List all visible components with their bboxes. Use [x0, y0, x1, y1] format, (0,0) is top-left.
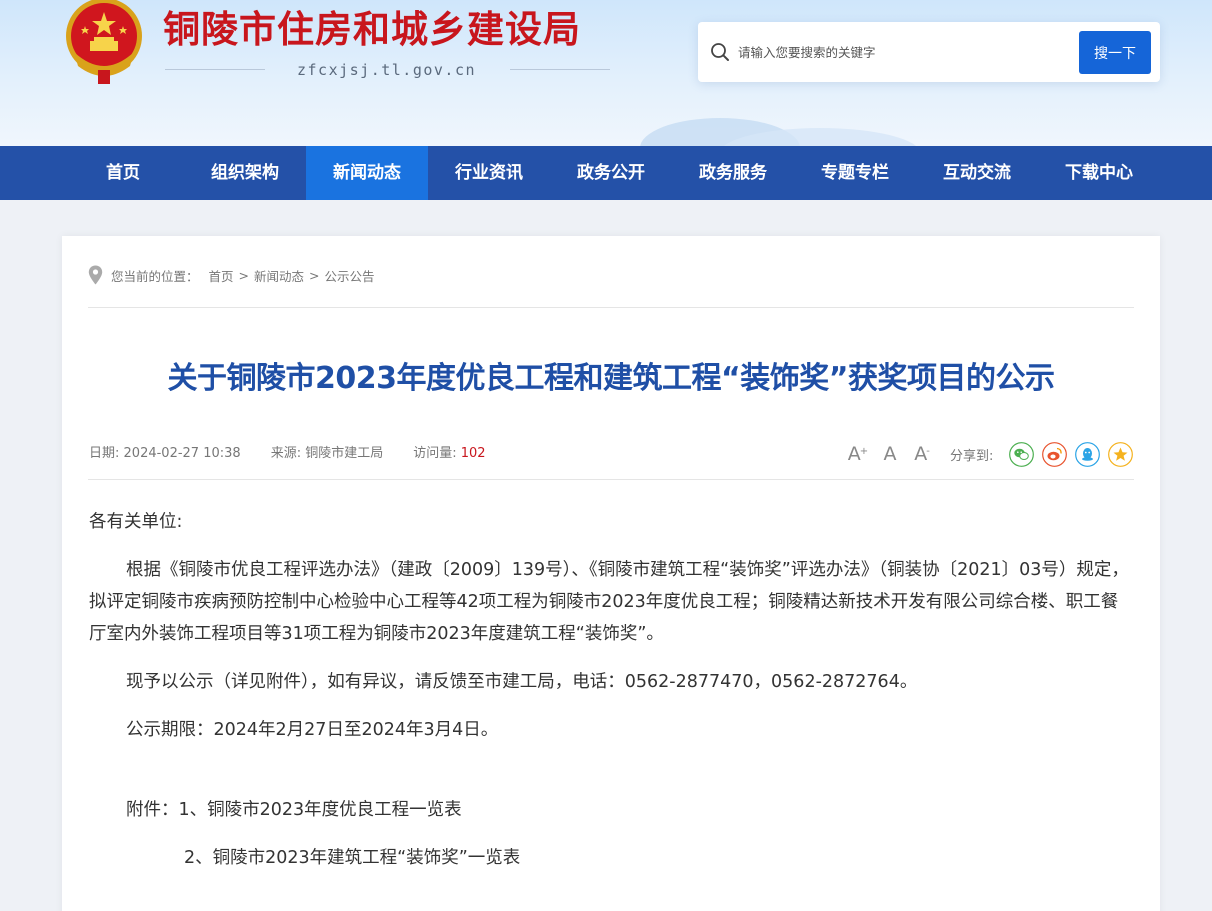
font-increase-letter: A	[847, 443, 861, 465]
font-normal-letter: A	[883, 443, 897, 465]
search-icon	[711, 43, 729, 61]
search-input[interactable]	[738, 37, 1068, 67]
meta-source-value: 铜陵市建工局	[305, 446, 384, 461]
article-paragraph: 根据《铜陵市优良工程评选办法》（建政〔2009〕139号）、《铜陵市建筑工程“装…	[89, 560, 1129, 644]
article-title: 关于铜陵市2023年度优良工程和建筑工程“装饰奖”获奖项目的公示	[167, 361, 1055, 396]
article-meta: 日期: 2024-02-27 10:38 来源: 铜陵市建工局 访问量: 102	[89, 442, 516, 461]
meta-date: 日期: 2024-02-27 10:38	[89, 442, 241, 461]
search-button[interactable]: 搜一下	[1079, 31, 1151, 74]
meta-views-label: 访问量:	[413, 446, 457, 461]
national-emblem-icon	[66, 0, 142, 84]
main-nav: 首页 组织架构 新闻动态 行业资讯 政务公开 政务服务 专题专栏 互动交流 下载…	[0, 146, 1212, 200]
search-box: 搜一下	[698, 22, 1160, 82]
breadcrumb-divider	[88, 307, 1134, 308]
site-domain: zfcxjsj.tl.gov.cn	[296, 61, 477, 79]
breadcrumb-separator: >	[238, 267, 250, 283]
share-qzone-button[interactable]	[1108, 441, 1134, 467]
site-domain-row: zfcxjsj.tl.gov.cn	[163, 58, 610, 82]
nav-item-organization[interactable]: 组织架构	[184, 146, 306, 200]
nav-item-government-affairs[interactable]: 政务公开	[550, 146, 672, 200]
nav-item-government-services[interactable]: 政务服务	[672, 146, 794, 200]
meta-views-value: 102	[460, 446, 486, 461]
font-increase-button[interactable]: A+	[842, 443, 874, 465]
article-tools: A+ A A- 分享到:	[842, 440, 1134, 468]
weibo-icon	[1042, 441, 1068, 467]
wechat-icon	[1009, 441, 1035, 467]
breadcrumb-prefix: 您当前的位置：	[111, 268, 199, 284]
meta-date-value: 2024-02-27 10:38	[123, 446, 241, 461]
attachment-link-2[interactable]: 2、铜陵市2023年建筑工程“装饰奖”一览表	[89, 842, 1135, 874]
share-wechat-button[interactable]	[1009, 441, 1035, 467]
breadcrumb-separator: >	[309, 267, 320, 283]
article-body: 各有关单位: 根据《铜陵市优良工程评选办法》（建政〔2009〕139号）、《铜陵…	[89, 506, 1135, 890]
breadcrumb-link-home[interactable]: 首页	[209, 266, 234, 285]
share-label: 分享到:	[950, 448, 994, 464]
share-qq-button[interactable]	[1075, 441, 1101, 467]
qq-icon	[1075, 441, 1101, 467]
meta-source-label: 来源:	[270, 446, 302, 461]
nav-item-industry-info[interactable]: 行业资讯	[428, 146, 550, 200]
nav-item-interaction[interactable]: 互动交流	[916, 146, 1038, 200]
meta-divider	[88, 479, 1134, 480]
breadcrumb-link-notices[interactable]: 公示公告	[325, 266, 375, 285]
nav-item-news[interactable]: 新闻动态	[306, 146, 428, 200]
article-paragraph: 现予以公示（详见附件），如有异议，请反馈至市建工局，电话：0562-287747…	[126, 672, 918, 692]
breadcrumb: 您当前的位置： 首页 > 新闻动态 > 公示公告	[88, 264, 375, 286]
nav-item-home[interactable]: 首页	[62, 146, 184, 200]
font-normal-button[interactable]: A	[874, 443, 906, 465]
location-pin-icon	[88, 265, 103, 285]
font-increase-mark: +	[859, 446, 869, 457]
site-title: 铜陵市住房和城乡建设局	[163, 8, 581, 51]
font-decrease-mark: -	[926, 446, 930, 457]
site-header: 铜陵市住房和城乡建设局 zfcxjsj.tl.gov.cn 搜一下	[0, 0, 1212, 146]
breadcrumb-link-news[interactable]: 新闻动态	[254, 266, 304, 285]
attachment-link-1[interactable]: 附件：1、铜陵市2023年度优良工程一览表	[89, 794, 1135, 826]
nav-item-downloads[interactable]: 下载中心	[1038, 146, 1160, 200]
meta-views: 访问量: 102	[413, 442, 485, 461]
article-panel: 您当前的位置： 首页 > 新闻动态 > 公示公告 关于铜陵市2023年度优良工程…	[62, 236, 1160, 911]
article-paragraph: 公示期限：2024年2月27日至2024年3月4日。	[126, 720, 499, 740]
meta-source: 来源: 铜陵市建工局	[271, 442, 384, 461]
nav-item-special-topics[interactable]: 专题专栏	[794, 146, 916, 200]
article-greeting: 各有关单位:	[89, 512, 183, 532]
domain-divider-right	[510, 69, 610, 70]
meta-date-label: 日期:	[89, 446, 120, 461]
qzone-icon	[1108, 441, 1134, 467]
font-decrease-button[interactable]: A-	[906, 443, 938, 465]
share-weibo-button[interactable]	[1042, 441, 1068, 467]
